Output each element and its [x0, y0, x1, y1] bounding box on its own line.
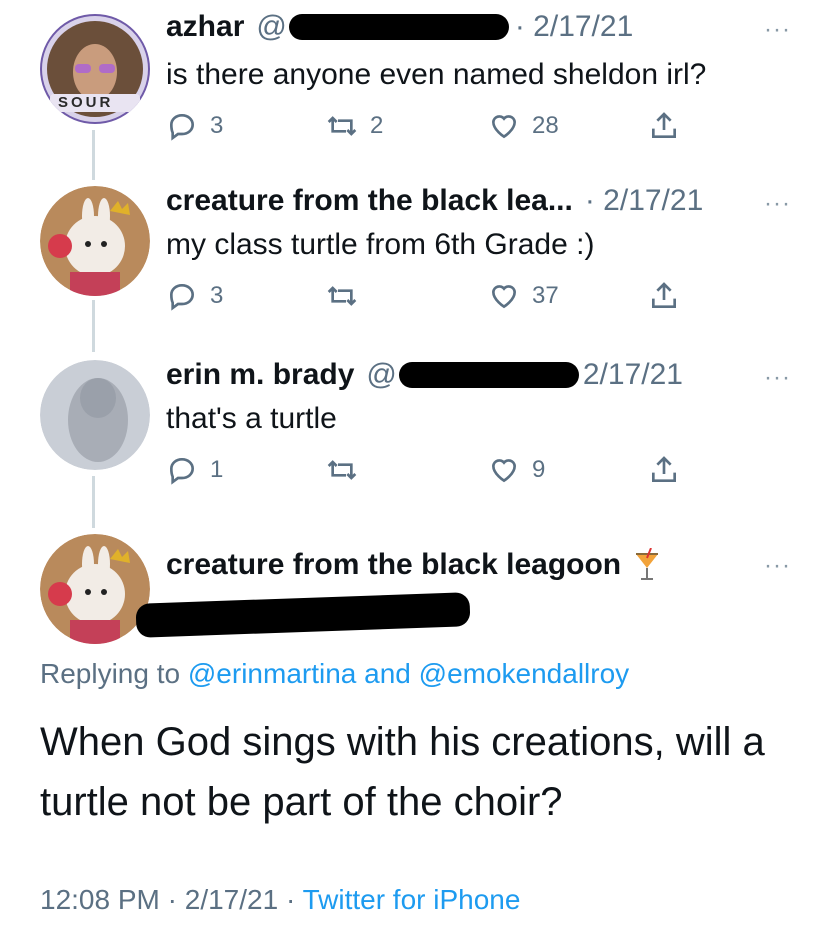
reply-button[interactable]: 3 — [166, 280, 223, 312]
mention-link[interactable]: @erinmartina — [188, 658, 356, 689]
action-bar: 1 9 — [166, 454, 706, 494]
share-button[interactable] — [648, 454, 692, 486]
share-icon — [652, 282, 676, 308]
tweet-meta: 12:08 PM · 2/17/21 · Twitter for iPhone — [40, 884, 520, 916]
display-name[interactable]: erin m. brady — [166, 358, 354, 392]
reply-button[interactable]: 1 — [166, 454, 223, 486]
tweet-source-link[interactable]: Twitter for iPhone — [303, 884, 521, 915]
like-count: 9 — [532, 456, 546, 483]
reply-icon — [169, 283, 195, 311]
tweet-header: creature from the black lea... · 2/17/21 — [166, 184, 703, 218]
redaction-bar — [135, 592, 471, 638]
tweet-time[interactable]: 12:08 PM — [40, 884, 160, 915]
like-button[interactable]: 28 — [488, 110, 559, 142]
reply-icon — [169, 457, 195, 485]
retweet-count: 2 — [370, 112, 384, 139]
and-text: and — [364, 658, 411, 689]
more-options-icon[interactable]: ··· — [764, 16, 791, 44]
reply-count: 3 — [210, 112, 224, 139]
share-icon — [652, 112, 676, 138]
separator: · — [285, 884, 296, 915]
replying-to: Replying to @erinmartina and @emokendall… — [40, 658, 629, 690]
timestamp[interactable]: 2/17/21 — [583, 358, 683, 392]
like-count: 28 — [532, 112, 559, 139]
more-options-icon[interactable]: ··· — [764, 190, 791, 218]
action-bar: 3 2 28 — [166, 110, 706, 150]
heart-icon — [491, 285, 517, 309]
avatar[interactable]: SOUR — [40, 14, 150, 124]
tweet-header: creature from the black leagoon — [166, 548, 661, 582]
retweet-button[interactable] — [326, 280, 370, 312]
tweet-header: erin m. brady @ 2/17/21 — [166, 358, 683, 392]
display-name[interactable]: azhar — [166, 10, 244, 44]
retweet-button[interactable]: 2 — [326, 110, 383, 142]
action-bar: 3 37 — [166, 280, 706, 320]
handle[interactable]: @ — [366, 358, 396, 392]
tweet-text: my class turtle from 6th Grade :) — [166, 228, 595, 261]
like-button[interactable]: 9 — [488, 454, 545, 486]
reply-button[interactable]: 3 — [166, 110, 223, 142]
reply-count: 3 — [210, 282, 224, 309]
tweet-text: that's a turtle — [166, 402, 337, 435]
tweet-2[interactable]: creature from the black lea... · 2/17/21… — [0, 178, 827, 348]
more-options-icon[interactable]: ··· — [764, 552, 791, 580]
heart-icon — [491, 115, 517, 139]
timestamp[interactable]: · 2/17/21 — [515, 10, 633, 44]
handle[interactable]: @ — [256, 10, 286, 44]
timestamp[interactable]: · 2/17/21 — [585, 184, 703, 218]
share-icon — [652, 456, 676, 482]
reply-icon — [169, 113, 195, 141]
more-options-icon[interactable]: ··· — [764, 364, 791, 392]
tweet-text: is there anyone even named sheldon irl? — [166, 58, 707, 91]
replying-prefix: Replying to — [40, 658, 181, 689]
heart-icon — [491, 459, 517, 483]
tweet-header: azhar @ · 2/17/21 — [166, 10, 633, 44]
reply-count: 1 — [210, 456, 224, 483]
display-name[interactable]: creature from the black lea... — [166, 184, 573, 218]
redaction-bar — [398, 362, 579, 388]
like-count: 37 — [532, 282, 559, 309]
retweet-icon — [327, 286, 357, 306]
like-button[interactable]: 37 — [488, 280, 559, 312]
retweet-button[interactable] — [326, 454, 370, 486]
avatar[interactable] — [40, 534, 150, 644]
retweet-icon — [327, 460, 357, 480]
mention-link[interactable]: @emokendallroy — [419, 658, 630, 689]
share-button[interactable] — [648, 110, 692, 142]
cocktail-emoji-icon — [636, 548, 659, 580]
retweet-icon — [327, 116, 357, 136]
tweet-1[interactable]: SOUR azhar @ · 2/17/21 ··· is there anyo… — [0, 0, 827, 170]
display-name[interactable]: creature from the black leagoon — [166, 548, 621, 582]
separator: · — [167, 884, 177, 915]
avatar[interactable] — [40, 360, 150, 470]
tweet-date[interactable]: 2/17/21 — [185, 884, 278, 915]
avatar-badge: SOUR — [58, 94, 114, 111]
avatar[interactable] — [40, 186, 150, 296]
tweet-3[interactable]: erin m. brady @ 2/17/21 ··· that's a tur… — [0, 352, 827, 522]
share-button[interactable] — [648, 280, 692, 312]
main-tweet-text: When God sings with his creations, will … — [40, 720, 765, 824]
redaction-bar — [288, 14, 509, 40]
